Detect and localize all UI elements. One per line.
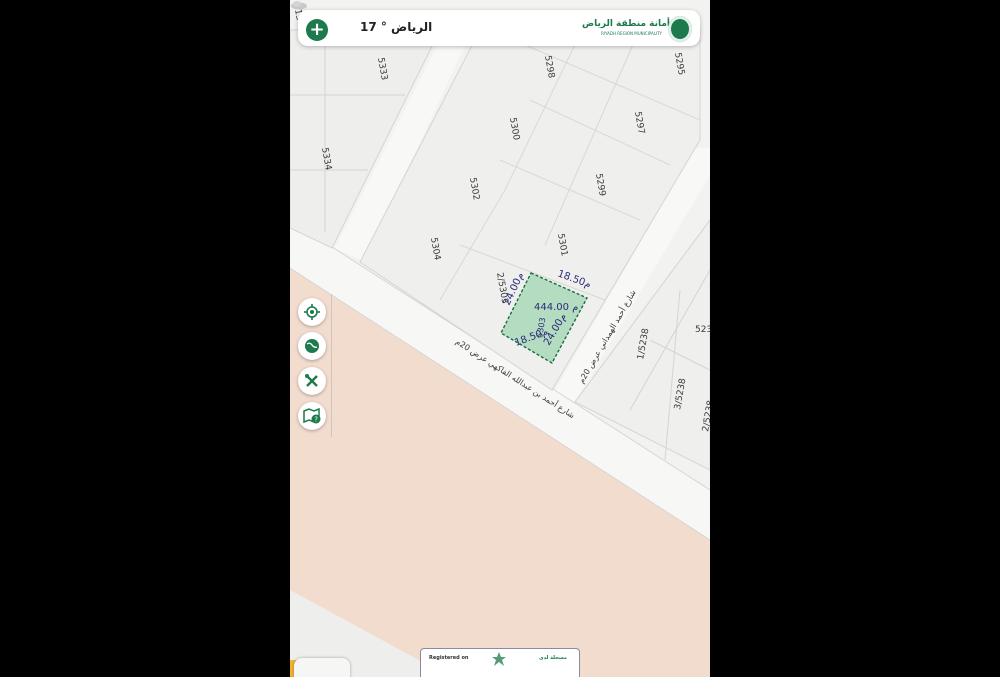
map-canvas[interactable]: 5333 5298 5295 5334 5300 5297 5302 5299 … [290, 0, 710, 677]
map-app-screen: 5333 5298 5295 5334 5300 5297 5302 5299 … [290, 0, 710, 677]
svg-text:?: ? [314, 416, 318, 424]
parcel-label: 523 [695, 325, 710, 335]
globe-icon[interactable] [298, 332, 326, 360]
city-weather-label: الرياض ° 17 [360, 20, 433, 34]
basemap-thumbnail[interactable] [294, 658, 350, 677]
add-button[interactable]: + [306, 19, 328, 41]
platform-arabic-label: مسجلة لدى [539, 655, 567, 661]
locate-icon[interactable] [298, 298, 326, 326]
registered-label: Registered on [429, 655, 469, 661]
parcel-area: 444.00 م [534, 302, 578, 313]
registration-banner: Registered on مسجلة لدى [420, 648, 580, 677]
logo-arabic-text: أمانة منطقة الرياض [582, 19, 671, 29]
cloud-icon [291, 1, 307, 10]
platform-logo-icon [492, 652, 506, 666]
logo-english-text: RIYADH REGION MUNICIPALITY [601, 31, 662, 36]
tool-panel: ? [290, 294, 332, 437]
tools-icon[interactable] [298, 367, 326, 395]
municipality-logo [668, 16, 692, 42]
municipality-logo-text: أمانة منطقة الرياض RIYADH REGION MUNICIP… [582, 19, 671, 36]
map-help-icon[interactable]: ? [298, 402, 326, 430]
